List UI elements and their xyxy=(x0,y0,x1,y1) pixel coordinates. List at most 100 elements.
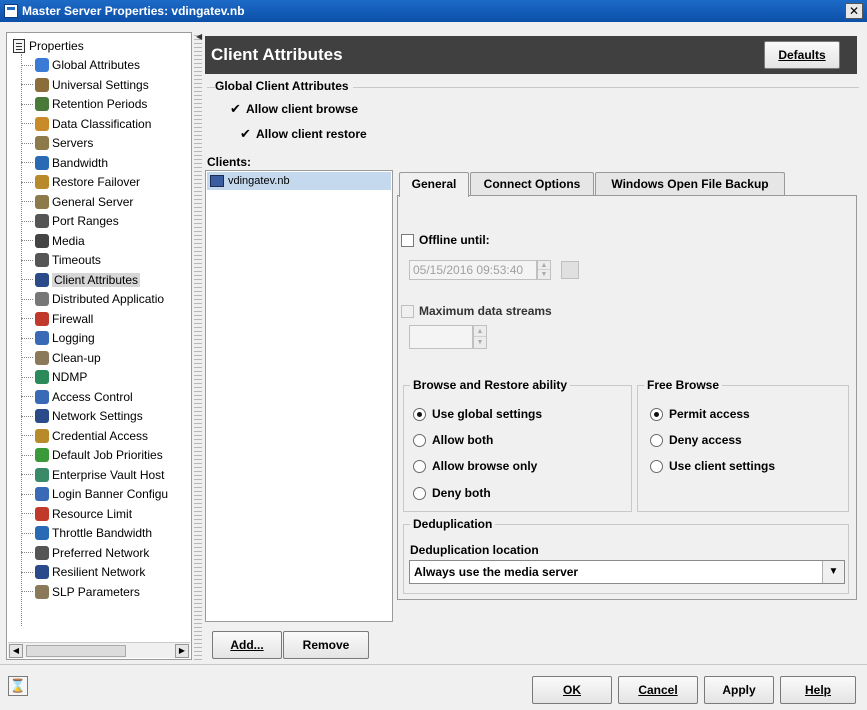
tree-root[interactable]: Properties xyxy=(13,38,84,54)
tab-general[interactable]: General xyxy=(399,172,469,197)
tree-connector xyxy=(21,493,33,495)
tree-item[interactable]: Network Settings xyxy=(21,407,143,425)
tree-item[interactable]: Throttle Bandwidth xyxy=(21,524,152,542)
radio-use-client-settings[interactable]: Use client settings xyxy=(650,459,775,473)
radio-button-icon[interactable] xyxy=(413,407,426,421)
apply-button[interactable]: Apply xyxy=(704,676,774,704)
tree-root-label: Properties xyxy=(29,39,84,53)
radio-allow-both[interactable]: Allow both xyxy=(413,433,493,447)
radio-permit-access[interactable]: Permit access xyxy=(650,407,750,421)
allow-browse-checkbox[interactable]: ✔ Allow client browse xyxy=(230,102,358,116)
radio-button-icon[interactable] xyxy=(413,433,426,447)
tree-connector xyxy=(21,415,33,417)
add-client-button[interactable]: Add... xyxy=(212,631,282,659)
tree-item[interactable]: Logging xyxy=(21,329,95,347)
scroll-left-icon[interactable]: ◀ xyxy=(9,644,23,658)
clients-list[interactable]: vdingatev.nb xyxy=(205,170,393,622)
tree-item[interactable]: Bandwidth xyxy=(21,154,108,172)
ok-button[interactable]: OK xyxy=(532,676,612,704)
tree-item[interactable]: Distributed Applicatio xyxy=(21,290,164,308)
tree-item-label: Firewall xyxy=(52,311,94,326)
tree-item[interactable]: Data Classification xyxy=(21,115,151,133)
offline-datetime-field: 05/15/2016 09:53:40 xyxy=(409,260,537,280)
scroll-right-icon[interactable]: ▶ xyxy=(175,644,189,658)
tree-item[interactable]: Clean-up xyxy=(21,349,101,367)
app-icon xyxy=(4,4,18,18)
radio-use-global-settings[interactable]: Use global settings xyxy=(413,407,542,421)
offline-until-checkbox[interactable]: Offline until: xyxy=(401,233,490,247)
radio-allow-browse-only[interactable]: Allow browse only xyxy=(413,459,537,473)
tree-item[interactable]: NDMP xyxy=(21,368,87,386)
max-data-streams-label: Maximum data streams xyxy=(419,304,552,318)
collapse-arrow-icon[interactable]: ◀ xyxy=(196,32,202,41)
tree-item[interactable]: Global Attributes xyxy=(21,56,140,74)
tree-item-label: Client Attributes xyxy=(52,272,141,287)
tree-item[interactable]: Port Ranges xyxy=(21,212,119,230)
scroll-thumb[interactable] xyxy=(26,645,126,657)
deduplication-location-select[interactable]: Always use the media server ▼ xyxy=(409,560,845,584)
tree-item[interactable]: Credential Access xyxy=(21,427,148,445)
radio-button-icon[interactable] xyxy=(413,459,426,473)
tree-item[interactable]: Resilient Network xyxy=(21,563,145,581)
defaults-button[interactable]: Defaults xyxy=(764,41,840,69)
tree-item[interactable]: Firewall xyxy=(21,310,93,328)
radio-deny-access[interactable]: Deny access xyxy=(650,433,742,447)
job-priorities-icon xyxy=(35,448,49,462)
cancel-label: Cancel xyxy=(638,683,678,697)
tree-item[interactable]: Restore Failover xyxy=(21,173,140,191)
spinner-up-icon: ▲ xyxy=(474,326,486,337)
cancel-button[interactable]: Cancel xyxy=(618,676,698,704)
max-data-streams-box xyxy=(401,304,414,318)
tab-windows-open-file-backup[interactable]: Windows Open File Backup xyxy=(595,172,785,196)
tree-item[interactable]: Universal Settings xyxy=(21,76,149,94)
tree-connector xyxy=(21,435,33,436)
tree-item[interactable]: Media xyxy=(21,232,85,250)
remove-client-button[interactable]: Remove xyxy=(283,631,369,659)
radio-deny-both[interactable]: Deny both xyxy=(413,486,491,500)
tree-item[interactable]: Servers xyxy=(21,134,93,152)
max-data-streams-checkbox: Maximum data streams xyxy=(401,304,552,318)
radio-label: Permit access xyxy=(669,407,750,421)
chevron-down-icon[interactable]: ▼ xyxy=(822,561,844,583)
radio-button-icon[interactable] xyxy=(413,486,426,500)
client-name: vdingatev.nb xyxy=(228,175,290,187)
properties-tree[interactable]: Properties Global Attributes Universal Se… xyxy=(6,32,192,660)
tree-item-label: Global Attributes xyxy=(52,58,141,72)
tree-item[interactable]: Default Job Priorities xyxy=(21,446,163,464)
help-button[interactable]: Help xyxy=(780,676,856,704)
ok-label: OK xyxy=(563,683,581,697)
checkmark-icon: ✔ xyxy=(240,126,251,141)
tree-item[interactable]: Resource Limit xyxy=(21,505,132,523)
tree-item[interactable]: Client Attributes xyxy=(21,271,141,289)
tree-horizontal-scrollbar[interactable]: ◀ ▶ xyxy=(8,642,190,658)
tab-connect-options[interactable]: Connect Options xyxy=(470,172,594,196)
tree-item[interactable]: Enterprise Vault Host xyxy=(21,466,165,484)
tree-item[interactable]: Login Banner Configu xyxy=(21,485,168,503)
tree-item[interactable]: Preferred Network xyxy=(21,544,149,562)
radio-label: Allow both xyxy=(432,433,494,447)
offline-datetime-spinner: ▲ ▼ xyxy=(537,260,551,280)
max-streams-spinner: ▲ ▼ xyxy=(473,325,487,349)
tree-item[interactable]: SLP Parameters xyxy=(21,583,140,601)
tree-item[interactable]: Timeouts xyxy=(21,251,101,269)
tree-connector xyxy=(21,279,33,280)
close-button[interactable]: ✕ xyxy=(845,3,863,19)
browse-restore-legend: Browse and Restore ability xyxy=(410,378,571,392)
spinner-up-icon: ▲ xyxy=(538,261,550,270)
radio-button-icon[interactable] xyxy=(650,433,663,447)
pane-splitter[interactable]: ◀ xyxy=(194,32,202,660)
tree-item[interactable]: Retention Periods xyxy=(21,95,147,113)
ndmp-icon xyxy=(35,370,49,384)
tree-item[interactable]: General Server xyxy=(21,193,133,211)
offline-until-box[interactable] xyxy=(401,233,414,247)
radio-button-icon[interactable] xyxy=(650,459,663,473)
allow-restore-checkbox[interactable]: ✔ Allow client restore xyxy=(240,127,367,141)
list-item[interactable]: vdingatev.nb xyxy=(207,172,391,190)
section-header: Client Attributes xyxy=(205,36,857,74)
tree-item[interactable]: Access Control xyxy=(21,388,133,406)
radio-button-icon[interactable] xyxy=(650,407,663,421)
deduplication-location-label: Deduplication location xyxy=(410,543,539,557)
checkmark-icon: ✔ xyxy=(230,101,241,116)
global-attributes-legend: Global Client Attributes xyxy=(215,79,353,93)
radio-label: Use client settings xyxy=(669,459,776,473)
